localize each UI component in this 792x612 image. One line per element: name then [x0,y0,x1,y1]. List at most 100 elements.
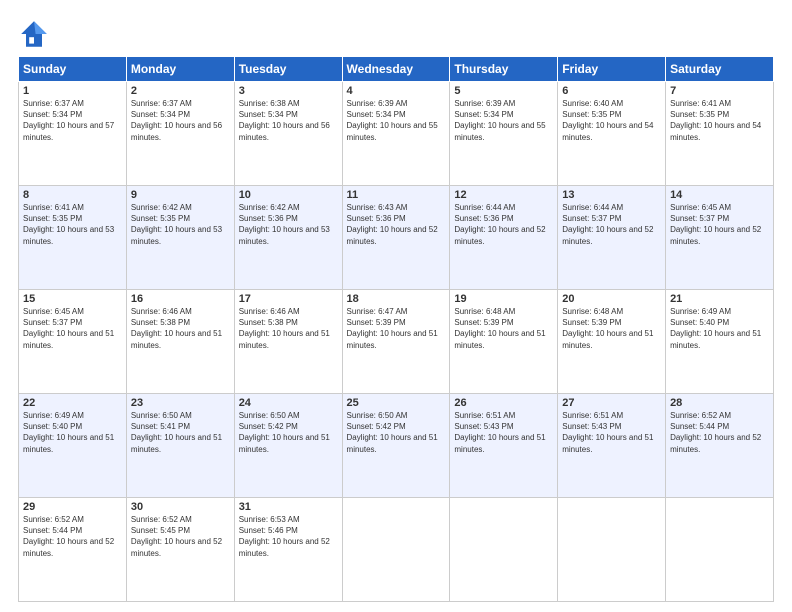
day-number: 24 [239,397,338,409]
weekday-sunday: Sunday [19,57,127,82]
calendar-day-25: 25 Sunrise: 6:50 AMSunset: 5:42 PMDaylig… [342,394,450,498]
day-info: Sunrise: 6:50 AMSunset: 5:42 PMDaylight:… [347,410,446,455]
day-number: 27 [562,397,661,409]
day-number: 11 [347,189,446,201]
calendar-day-15: 15 Sunrise: 6:45 AMSunset: 5:37 PMDaylig… [19,290,127,394]
day-number: 19 [454,293,553,305]
empty-cell [342,498,450,602]
calendar-day-30: 30 Sunrise: 6:52 AMSunset: 5:45 PMDaylig… [126,498,234,602]
calendar-day-6: 6 Sunrise: 6:40 AMSunset: 5:35 PMDayligh… [558,82,666,186]
calendar-day-14: 14 Sunrise: 6:45 AMSunset: 5:37 PMDaylig… [666,186,774,290]
day-number: 9 [131,189,230,201]
calendar-day-16: 16 Sunrise: 6:46 AMSunset: 5:38 PMDaylig… [126,290,234,394]
weekday-saturday: Saturday [666,57,774,82]
calendar-day-17: 17 Sunrise: 6:46 AMSunset: 5:38 PMDaylig… [234,290,342,394]
day-number: 21 [670,293,769,305]
day-info: Sunrise: 6:48 AMSunset: 5:39 PMDaylight:… [562,306,661,351]
day-info: Sunrise: 6:50 AMSunset: 5:42 PMDaylight:… [239,410,338,455]
calendar-week-row: 15 Sunrise: 6:45 AMSunset: 5:37 PMDaylig… [19,290,774,394]
calendar-week-row: 29 Sunrise: 6:52 AMSunset: 5:44 PMDaylig… [19,498,774,602]
calendar-day-12: 12 Sunrise: 6:44 AMSunset: 5:36 PMDaylig… [450,186,558,290]
page: SundayMondayTuesdayWednesdayThursdayFrid… [0,0,792,612]
day-info: Sunrise: 6:45 AMSunset: 5:37 PMDaylight:… [23,306,122,351]
calendar-day-11: 11 Sunrise: 6:43 AMSunset: 5:36 PMDaylig… [342,186,450,290]
day-info: Sunrise: 6:51 AMSunset: 5:43 PMDaylight:… [562,410,661,455]
calendar-day-28: 28 Sunrise: 6:52 AMSunset: 5:44 PMDaylig… [666,394,774,498]
day-info: Sunrise: 6:42 AMSunset: 5:36 PMDaylight:… [239,202,338,247]
day-number: 17 [239,293,338,305]
logo-icon [18,18,50,50]
day-number: 4 [347,85,446,97]
empty-cell [558,498,666,602]
calendar-day-31: 31 Sunrise: 6:53 AMSunset: 5:46 PMDaylig… [234,498,342,602]
empty-cell [666,498,774,602]
day-info: Sunrise: 6:42 AMSunset: 5:35 PMDaylight:… [131,202,230,247]
day-number: 13 [562,189,661,201]
day-number: 10 [239,189,338,201]
calendar-day-21: 21 Sunrise: 6:49 AMSunset: 5:40 PMDaylig… [666,290,774,394]
day-info: Sunrise: 6:43 AMSunset: 5:36 PMDaylight:… [347,202,446,247]
day-number: 2 [131,85,230,97]
day-number: 22 [23,397,122,409]
calendar-week-row: 1 Sunrise: 6:37 AMSunset: 5:34 PMDayligh… [19,82,774,186]
day-number: 28 [670,397,769,409]
calendar-day-27: 27 Sunrise: 6:51 AMSunset: 5:43 PMDaylig… [558,394,666,498]
logo [18,18,54,50]
empty-cell [450,498,558,602]
day-info: Sunrise: 6:49 AMSunset: 5:40 PMDaylight:… [23,410,122,455]
calendar-day-29: 29 Sunrise: 6:52 AMSunset: 5:44 PMDaylig… [19,498,127,602]
day-number: 16 [131,293,230,305]
calendar-day-10: 10 Sunrise: 6:42 AMSunset: 5:36 PMDaylig… [234,186,342,290]
calendar-day-26: 26 Sunrise: 6:51 AMSunset: 5:43 PMDaylig… [450,394,558,498]
day-number: 1 [23,85,122,97]
day-number: 3 [239,85,338,97]
day-number: 15 [23,293,122,305]
weekday-tuesday: Tuesday [234,57,342,82]
day-info: Sunrise: 6:40 AMSunset: 5:35 PMDaylight:… [562,98,661,143]
calendar-day-22: 22 Sunrise: 6:49 AMSunset: 5:40 PMDaylig… [19,394,127,498]
day-info: Sunrise: 6:45 AMSunset: 5:37 PMDaylight:… [670,202,769,247]
day-number: 7 [670,85,769,97]
day-info: Sunrise: 6:52 AMSunset: 5:45 PMDaylight:… [131,514,230,559]
day-number: 29 [23,501,122,513]
day-info: Sunrise: 6:41 AMSunset: 5:35 PMDaylight:… [670,98,769,143]
day-info: Sunrise: 6:47 AMSunset: 5:39 PMDaylight:… [347,306,446,351]
calendar-day-9: 9 Sunrise: 6:42 AMSunset: 5:35 PMDayligh… [126,186,234,290]
calendar-day-3: 3 Sunrise: 6:38 AMSunset: 5:34 PMDayligh… [234,82,342,186]
calendar-day-8: 8 Sunrise: 6:41 AMSunset: 5:35 PMDayligh… [19,186,127,290]
day-number: 14 [670,189,769,201]
day-number: 23 [131,397,230,409]
day-number: 26 [454,397,553,409]
day-number: 25 [347,397,446,409]
day-info: Sunrise: 6:50 AMSunset: 5:41 PMDaylight:… [131,410,230,455]
weekday-thursday: Thursday [450,57,558,82]
day-number: 18 [347,293,446,305]
day-number: 30 [131,501,230,513]
day-number: 8 [23,189,122,201]
calendar-day-2: 2 Sunrise: 6:37 AMSunset: 5:34 PMDayligh… [126,82,234,186]
calendar-day-1: 1 Sunrise: 6:37 AMSunset: 5:34 PMDayligh… [19,82,127,186]
day-info: Sunrise: 6:39 AMSunset: 5:34 PMDaylight:… [347,98,446,143]
day-info: Sunrise: 6:37 AMSunset: 5:34 PMDaylight:… [131,98,230,143]
calendar-day-19: 19 Sunrise: 6:48 AMSunset: 5:39 PMDaylig… [450,290,558,394]
calendar-day-13: 13 Sunrise: 6:44 AMSunset: 5:37 PMDaylig… [558,186,666,290]
day-info: Sunrise: 6:44 AMSunset: 5:36 PMDaylight:… [454,202,553,247]
calendar-table: SundayMondayTuesdayWednesdayThursdayFrid… [18,56,774,602]
day-number: 5 [454,85,553,97]
day-info: Sunrise: 6:37 AMSunset: 5:34 PMDaylight:… [23,98,122,143]
day-info: Sunrise: 6:44 AMSunset: 5:37 PMDaylight:… [562,202,661,247]
day-number: 20 [562,293,661,305]
calendar-day-5: 5 Sunrise: 6:39 AMSunset: 5:34 PMDayligh… [450,82,558,186]
day-number: 31 [239,501,338,513]
calendar-week-row: 22 Sunrise: 6:49 AMSunset: 5:40 PMDaylig… [19,394,774,498]
day-info: Sunrise: 6:52 AMSunset: 5:44 PMDaylight:… [670,410,769,455]
day-info: Sunrise: 6:51 AMSunset: 5:43 PMDaylight:… [454,410,553,455]
day-info: Sunrise: 6:53 AMSunset: 5:46 PMDaylight:… [239,514,338,559]
day-number: 6 [562,85,661,97]
header [18,18,774,50]
calendar-day-20: 20 Sunrise: 6:48 AMSunset: 5:39 PMDaylig… [558,290,666,394]
calendar-week-row: 8 Sunrise: 6:41 AMSunset: 5:35 PMDayligh… [19,186,774,290]
day-info: Sunrise: 6:38 AMSunset: 5:34 PMDaylight:… [239,98,338,143]
day-number: 12 [454,189,553,201]
calendar-day-7: 7 Sunrise: 6:41 AMSunset: 5:35 PMDayligh… [666,82,774,186]
